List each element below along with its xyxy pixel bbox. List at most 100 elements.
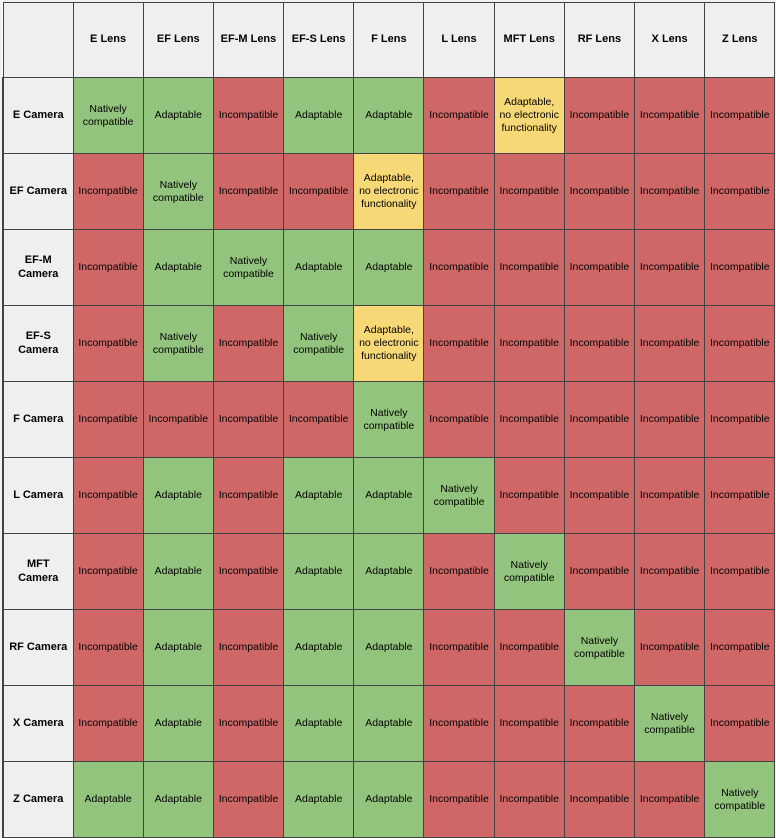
compatibility-cell-label: Incompatible — [218, 109, 279, 122]
compatibility-cell-label: Adaptable — [154, 793, 202, 806]
compatibility-cell: Adaptable — [353, 229, 425, 306]
compatibility-cell-label: Incompatible — [639, 185, 700, 198]
compatibility-cell: Adaptable — [353, 77, 425, 154]
table-row: EF-S Camera Incompatible Natively compatib… — [2, 305, 776, 382]
compatibility-cell-label: Incompatible — [218, 565, 279, 578]
compatibility-cell-label: Incompatible — [639, 261, 700, 274]
compatibility-cell-label: Incompatible — [78, 337, 138, 350]
compatibility-cell: Adaptable — [283, 533, 355, 610]
table-row: EF-M Camera Incompatible Adaptable Natively… — [2, 229, 776, 306]
compatibility-cell: Incompatible — [72, 229, 144, 306]
compatibility-cell-label: Incompatible — [218, 413, 279, 426]
compatibility-cell: Natively compatible — [493, 533, 565, 610]
row-header-x-camera: X Camera — [2, 685, 74, 762]
column-header-z-lens: Z Lens — [704, 2, 776, 78]
compatibility-cell-label: Incompatible — [218, 717, 279, 730]
compatibility-cell: Incompatible — [633, 229, 706, 306]
compatibility-cell-label: Incompatible — [429, 337, 489, 350]
compatibility-cell: Adaptable — [142, 457, 214, 534]
compatibility-cell: Incompatible — [493, 761, 565, 838]
compatibility-cell-label: Incompatible — [78, 413, 138, 426]
compatibility-cell: Incompatible — [493, 609, 565, 686]
compatibility-cell-label: Incompatible — [710, 641, 770, 654]
compatibility-cell: Natively compatible — [353, 381, 425, 458]
compatibility-cell: Incompatible — [633, 533, 706, 610]
compatibility-cell: Incompatible — [212, 77, 285, 154]
compatibility-cell: Incompatible — [633, 381, 706, 458]
compatibility-cell-label: Incompatible — [288, 185, 349, 198]
compatibility-cell: Incompatible — [704, 77, 776, 154]
compatibility-cell: Incompatible — [212, 381, 285, 458]
row-header-l-camera: L Camera — [2, 457, 74, 534]
compatibility-cell: Incompatible — [142, 381, 214, 458]
compatibility-cell-label: Incompatible — [78, 489, 138, 502]
compatibility-cell-label: Incompatible — [569, 489, 630, 502]
compatibility-cell-label: Incompatible — [569, 109, 630, 122]
compatibility-cell-label: Incompatible — [710, 185, 770, 198]
compatibility-cell-label: Incompatible — [710, 413, 770, 426]
compatibility-cell-label: Incompatible — [710, 261, 770, 274]
compatibility-cell-label: Adaptable — [365, 261, 413, 274]
compatibility-cell-label: Adaptable — [365, 793, 413, 806]
table-corner-cell — [2, 2, 74, 78]
compatibility-cell-label: Adaptable — [295, 717, 343, 730]
compatibility-cell-label: Natively compatible — [152, 178, 204, 204]
compatibility-cell: Natively compatible — [72, 77, 144, 154]
compatibility-cell-label: Incompatible — [499, 185, 559, 198]
compatibility-cell: Incompatible — [563, 533, 636, 610]
compatibility-cell-label: Incompatible — [569, 261, 630, 274]
compatibility-cell: Adaptable — [72, 761, 144, 838]
compatibility-cell-label: Incompatible — [78, 261, 138, 274]
compatibility-cell-label: Incompatible — [218, 641, 279, 654]
compatibility-cell-label: Incompatible — [639, 793, 700, 806]
compatibility-cell-label: Adaptable, no electronic functionality — [359, 324, 419, 362]
lens-camera-compatibility-table: E Lens EF Lens EF-M Lens EF-S Lens F Lens L L… — [2, 2, 776, 838]
compatibility-cell-label: Incompatible — [710, 489, 770, 502]
compatibility-cell: Incompatible — [704, 153, 776, 230]
compatibility-cell: Incompatible — [633, 457, 706, 534]
compatibility-cell: Incompatible — [493, 685, 565, 762]
compatibility-cell-label: Incompatible — [639, 109, 700, 122]
compatibility-cell: Incompatible — [563, 457, 636, 534]
compatibility-cell: Incompatible — [423, 77, 495, 154]
compatibility-cell: Adaptable — [353, 533, 425, 610]
compatibility-cell: Adaptable, no electronic functionality — [493, 77, 565, 154]
compatibility-cell: Adaptable, no electronic functionality — [353, 153, 425, 230]
column-header-ef-lens: EF Lens — [142, 2, 214, 78]
compatibility-cell: Natively compatible — [704, 761, 776, 838]
compatibility-cell: Incompatible — [704, 305, 776, 382]
column-header-x-lens: X Lens — [633, 2, 706, 78]
compatibility-cell: Natively compatible — [563, 609, 636, 686]
compatibility-cell: Incompatible — [493, 305, 565, 382]
compatibility-cell-label: Incompatible — [499, 793, 559, 806]
compatibility-cell: Incompatible — [493, 381, 565, 458]
table-row: E Camera Natively compatible Adaptable Inco… — [2, 77, 776, 154]
row-header-ef-s-camera: EF-S Camera — [2, 305, 74, 382]
compatibility-cell-label: Incompatible — [639, 565, 700, 578]
compatibility-cell-label: Natively compatible — [152, 330, 204, 356]
compatibility-cell-label: Incompatible — [429, 109, 489, 122]
column-header-l-lens: L Lens — [423, 2, 495, 78]
table-head: E Lens EF Lens EF-M Lens EF-S Lens F Lens L L… — [2, 2, 776, 78]
compatibility-cell: Incompatible — [72, 153, 144, 230]
compatibility-cell: Incompatible — [423, 229, 495, 306]
compatibility-cell-label: Incompatible — [499, 641, 559, 654]
compatibility-cell-label: Adaptable — [154, 641, 202, 654]
table-body: E Camera Natively compatible Adaptable Inco… — [2, 77, 776, 838]
compatibility-cell: Incompatible — [563, 761, 636, 838]
compatibility-cell-label: Incompatible — [429, 261, 489, 274]
compatibility-cell-label: Incompatible — [78, 717, 138, 730]
compatibility-cell-label: Adaptable — [154, 261, 202, 274]
compatibility-cell-label: Incompatible — [78, 565, 138, 578]
compatibility-cell-label: Incompatible — [710, 109, 770, 122]
compatibility-cell: Incompatible — [493, 153, 565, 230]
compatibility-cell: Natively compatible — [212, 229, 285, 306]
compatibility-cell: Adaptable — [353, 685, 425, 762]
compatibility-cell: Incompatible — [212, 457, 285, 534]
table-row: EF Camera Incompatible Natively compatible… — [2, 153, 776, 230]
compatibility-cell: Incompatible — [633, 609, 706, 686]
compatibility-cell: Adaptable — [142, 77, 214, 154]
compatibility-cell-label: Natively compatible — [433, 482, 485, 508]
compatibility-cell-label: Incompatible — [78, 641, 138, 654]
compatibility-cell-label: Adaptable — [154, 109, 202, 122]
